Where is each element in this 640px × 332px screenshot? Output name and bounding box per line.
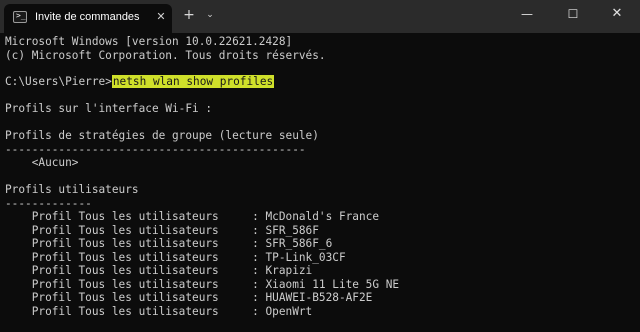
profile-name: McDonald's France (265, 210, 380, 223)
profile-name: SFR_586F (265, 223, 319, 237)
group-policy-heading: Profils de stratégies de groupe (lecture… (5, 129, 319, 142)
highlighted-command: netsh wlan show profiles (111, 75, 275, 88)
profile-name: Xiaomi 11 Lite 5G NE (265, 277, 400, 291)
title-bar: >_ Invite de commandes ✕ + ⌄ — ☐ ✕ (0, 0, 640, 33)
profile-name: SFR_586F_6 (265, 237, 333, 250)
maximize-button[interactable]: ☐ (550, 0, 596, 30)
terminal-icon-glyph: >_ (16, 11, 26, 20)
close-window-button[interactable]: ✕ (594, 0, 640, 30)
profile-line: Profil Tous les utilisateurs : Xiaomi 11… (5, 278, 399, 291)
profile-line: Profil Tous les utilisateurs : Krapizi (5, 264, 313, 277)
header-version-line: Microsoft Windows [version 10.0.22621.24… (5, 35, 293, 48)
profile-label: Profil Tous les utilisateurs : (5, 304, 266, 318)
profile-label: Profil Tous les utilisateurs : (5, 223, 266, 237)
profile-name: OpenWrt (265, 304, 313, 318)
profile-label: Profil Tous les utilisateurs : (5, 264, 266, 277)
profile-label: Profil Tous les utilisateurs : (5, 277, 266, 291)
console-output[interactable]: Microsoft Windows [version 10.0.22621.24… (0, 33, 640, 332)
profile-label: Profil Tous les utilisateurs : (5, 291, 266, 304)
terminal-window: >_ Invite de commandes ✕ + ⌄ — ☐ ✕ Micro… (0, 0, 640, 332)
group-policy-none: <Aucun> (5, 156, 79, 169)
new-tab-button[interactable]: + (181, 7, 197, 23)
command-line: C:\Users\Pierre>netsh wlan show profiles (5, 75, 275, 88)
profile-line: Profil Tous les utilisateurs : OpenWrt (5, 304, 313, 318)
group-policy-separator: ----------------------------------------… (5, 142, 306, 156)
profile-label: Profil Tous les utilisateurs : (5, 210, 266, 223)
user-profiles-heading: Profils utilisateurs (5, 183, 139, 196)
tab-title: Invite de commandes (35, 11, 140, 23)
header-copyright-line: (c) Microsoft Corporation. Tous droits r… (5, 48, 326, 62)
profile-name: Krapizi (265, 264, 313, 277)
interface-line: Profils sur l'interface Wi-Fi : (5, 102, 213, 115)
terminal-icon: >_ (13, 11, 27, 23)
profile-line: Profil Tous les utilisateurs : SFR_586F_… (5, 237, 333, 250)
minimize-button[interactable]: — (504, 0, 550, 30)
prompt-path: C:\Users\Pierre> (5, 75, 112, 88)
profile-name: TP-Link_03CF (265, 250, 346, 264)
profile-line: Profil Tous les utilisateurs : SFR_586F (5, 224, 319, 237)
tab-command-prompt[interactable]: >_ Invite de commandes ✕ (4, 4, 172, 33)
profile-label: Profil Tous les utilisateurs : (5, 250, 266, 264)
chevron-down-icon[interactable]: ⌄ (203, 7, 217, 23)
profile-label: Profil Tous les utilisateurs : (5, 237, 266, 250)
profile-name: HUAWEI-B528-AF2E (265, 291, 373, 304)
profile-line: Profil Tous les utilisateurs : HUAWEI-B5… (5, 291, 373, 304)
user-profiles-separator: ------------- (5, 196, 92, 210)
profile-line: Profil Tous les utilisateurs : TP-Link_0… (5, 251, 346, 264)
profile-line: Profil Tous les utilisateurs : McDonald'… (5, 210, 379, 223)
close-tab-icon[interactable]: ✕ (154, 10, 168, 24)
